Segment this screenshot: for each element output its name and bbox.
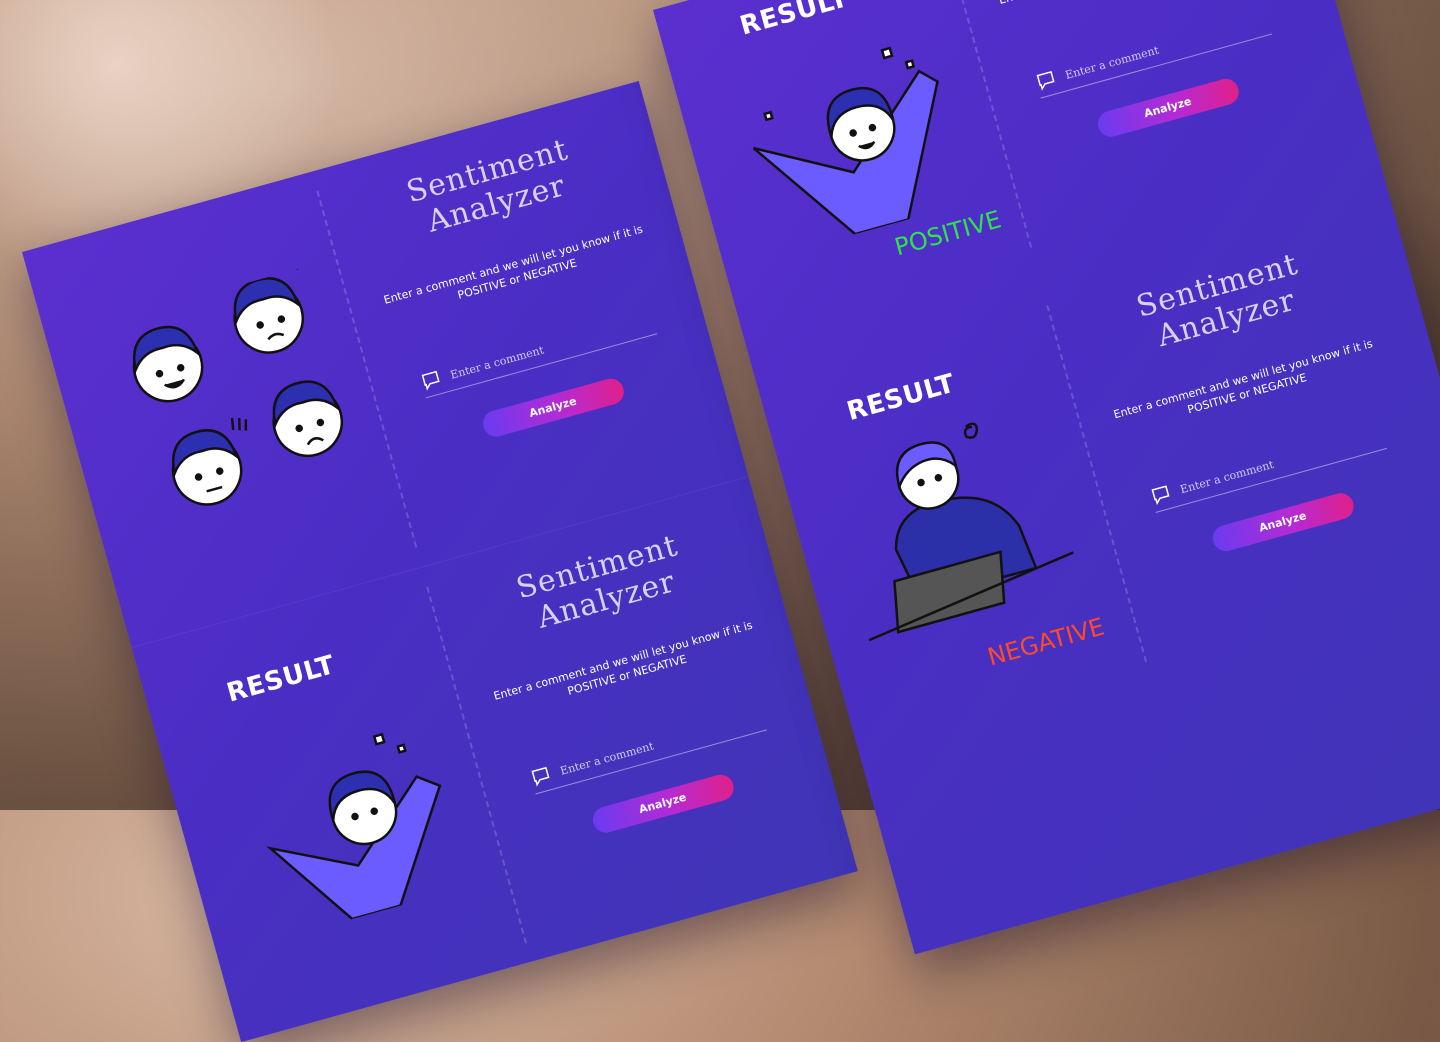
outcome-negative: NEGATIVE xyxy=(984,612,1108,672)
comment-placeholder: Enter a comment xyxy=(1178,457,1276,496)
result-heading: RESULT xyxy=(223,650,339,709)
analyzer-form: Sentiment Analyzer Enter a comment and w… xyxy=(1068,230,1431,575)
comment-icon xyxy=(1036,70,1055,91)
comment-icon xyxy=(421,370,440,391)
analyze-button[interactable]: Analyze xyxy=(479,375,627,440)
result-heading: RESULT xyxy=(736,0,852,42)
analyze-button[interactable]: Analyze xyxy=(589,771,737,836)
comment-placeholder: Enter a comment xyxy=(1063,43,1161,82)
analyzer-form: Sentiment Analyzer Enter a comment and w… xyxy=(448,511,811,856)
analyzer-form: Sentiment Analyzer Enter a comment and w… xyxy=(953,0,1316,161)
comment-placeholder: Enter a comment xyxy=(448,342,546,382)
comment-icon xyxy=(1151,485,1170,506)
comment-icon xyxy=(531,766,550,787)
analyze-button[interactable]: Analyze xyxy=(1209,490,1357,555)
faces-illustration xyxy=(132,261,344,506)
analyzer-form: Sentiment Analyzer Enter a comment and w… xyxy=(338,115,701,460)
analyze-button[interactable]: Analyze xyxy=(1094,76,1242,140)
comment-placeholder: Enter a comment xyxy=(558,738,656,778)
